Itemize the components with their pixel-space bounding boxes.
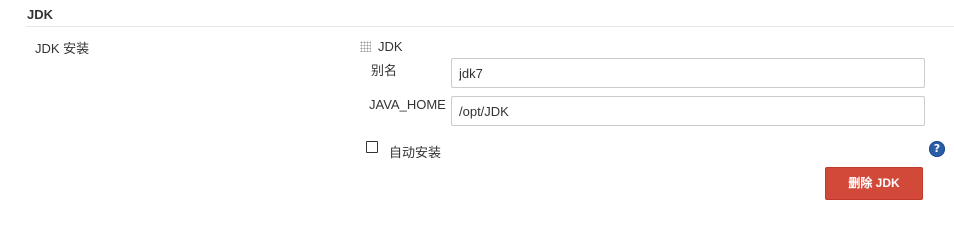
- java-home-label: JAVA_HOME: [369, 97, 446, 112]
- alias-label: 别名: [371, 63, 398, 78]
- question-mark-icon[interactable]: ?: [929, 141, 945, 157]
- jdk-block-title: JDK: [378, 39, 403, 54]
- jdk-config-panel: JDK JDK 安装 JDK 别名 JAVA_HOME 自动安装 ? 删除 JD…: [0, 0, 954, 206]
- delete-jdk-button[interactable]: 删除 JDK: [825, 167, 923, 200]
- section-divider: [26, 26, 954, 27]
- auto-install-label[interactable]: 自动安装: [389, 142, 441, 161]
- auto-install-checkbox[interactable]: [366, 141, 378, 153]
- section-title: JDK: [27, 7, 54, 22]
- alias-input[interactable]: [451, 58, 925, 88]
- drag-handle-icon[interactable]: [360, 41, 371, 52]
- java-home-input[interactable]: [451, 96, 925, 126]
- jdk-installations-label: JDK 安装: [35, 41, 90, 56]
